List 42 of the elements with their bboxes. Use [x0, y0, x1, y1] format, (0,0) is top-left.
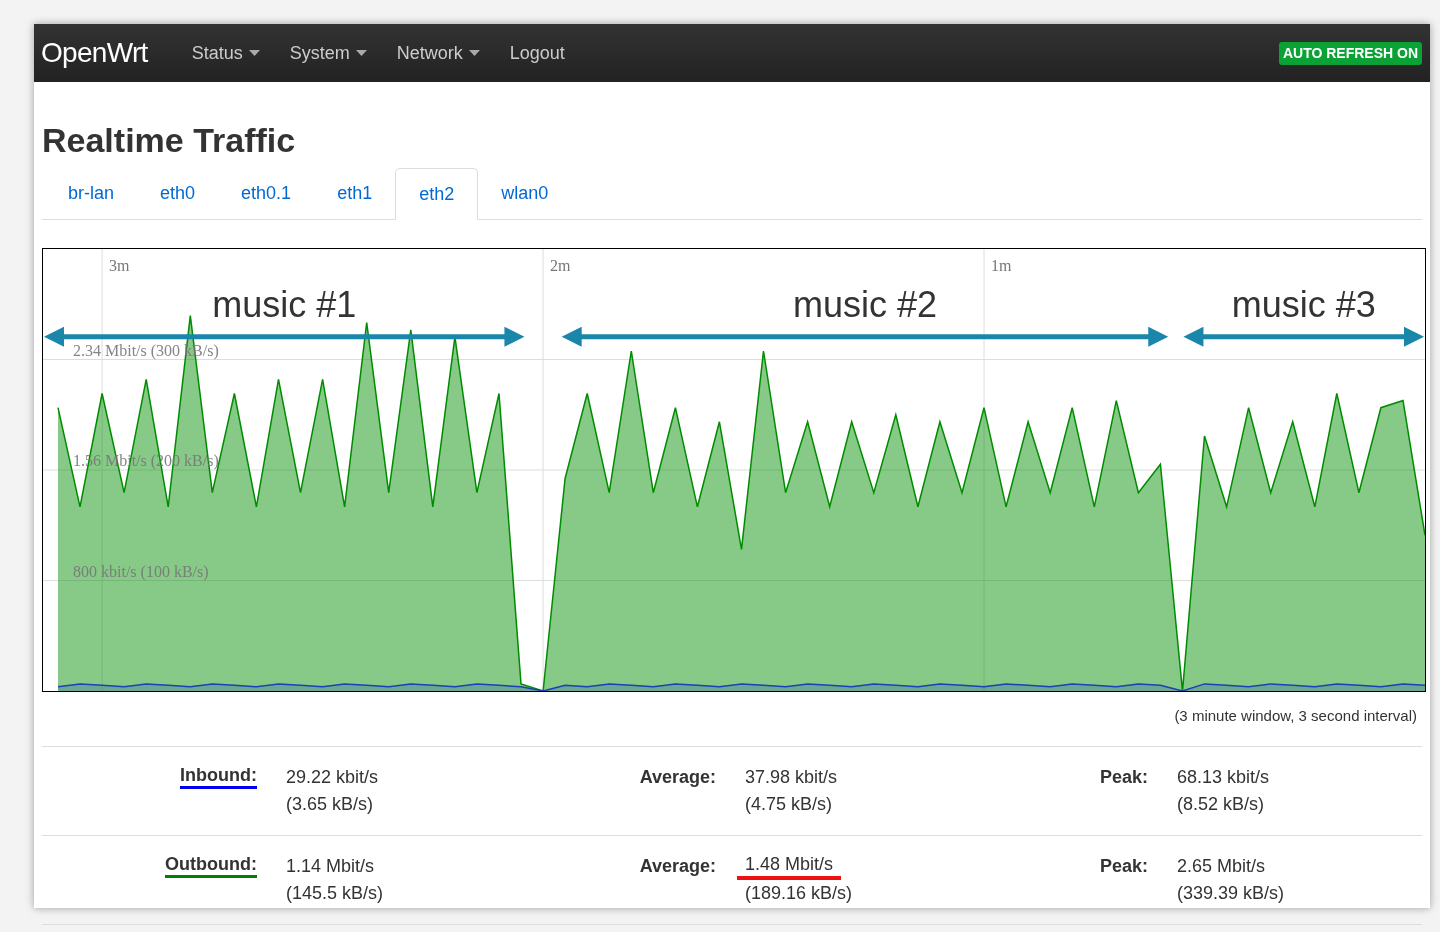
axis-label: 2m — [550, 257, 571, 274]
stat-label: Outbound: — [165, 852, 257, 878]
annotation-label: music #3 — [1231, 283, 1376, 325]
stat-value: (3.65 kB/s) — [286, 792, 374, 816]
axis-label: 1m — [991, 257, 1012, 274]
stat-value: (8.52 kB/s) — [1177, 792, 1265, 816]
caret-icon — [468, 50, 480, 56]
dropdown-menu[interactable]: Status — [191, 39, 260, 67]
tab[interactable]: eth0.1 — [218, 167, 315, 219]
nav-link[interactable]: Logout — [509, 39, 565, 67]
stat-value: 2.65 Mbit/s — [1177, 854, 1266, 878]
tab[interactable]: eth2 — [395, 168, 479, 220]
annotation-label: music #2 — [792, 283, 937, 325]
axis-label: 800 kbit/s (100 kB/s) — [73, 562, 209, 580]
annotation-label: music #1 — [212, 283, 357, 325]
tab[interactable]: br-lan — [45, 167, 138, 219]
stat-value: 68.13 kbit/s — [1177, 765, 1270, 789]
stat-value: (4.75 kB/s) — [745, 792, 833, 816]
stat-label: Peak: — [1099, 854, 1148, 878]
stat-value: 37.98 kbit/s — [745, 765, 838, 789]
stat-label: Peak: — [1099, 765, 1148, 789]
stat-value: 1.48 Mbit/s — [737, 852, 842, 880]
page-title: Realtime Traffic — [42, 120, 297, 160]
auto-refresh-badge[interactable]: AUTO REFRESH ON — [1278, 41, 1422, 65]
caret-icon — [355, 50, 367, 56]
stat-value: (339.39 kB/s) — [1177, 881, 1285, 905]
stat-value: (189.16 kB/s) — [745, 881, 853, 905]
stat-label: Average: — [639, 765, 716, 789]
stat-value: (145.5 kB/s) — [286, 881, 384, 905]
tab[interactable]: eth1 — [314, 167, 396, 219]
stat-value: 1.14 Mbit/s — [286, 854, 375, 878]
caret-icon — [248, 50, 260, 56]
tab[interactable]: wlan0 — [478, 167, 572, 219]
axis-label: 3m — [109, 257, 130, 274]
tab[interactable]: eth0 — [137, 167, 219, 219]
stat-label: Inbound: — [180, 763, 257, 789]
brand-logo[interactable]: OpenWrt — [41, 32, 148, 74]
dropdown-menu[interactable]: Network — [396, 39, 480, 67]
chart-caption: (3 minute window, 3 second interval) — [1174, 706, 1417, 726]
stat-value: 29.22 kbit/s — [286, 765, 379, 789]
dropdown-menu[interactable]: System — [289, 39, 367, 67]
stat-label: Average: — [639, 854, 716, 878]
